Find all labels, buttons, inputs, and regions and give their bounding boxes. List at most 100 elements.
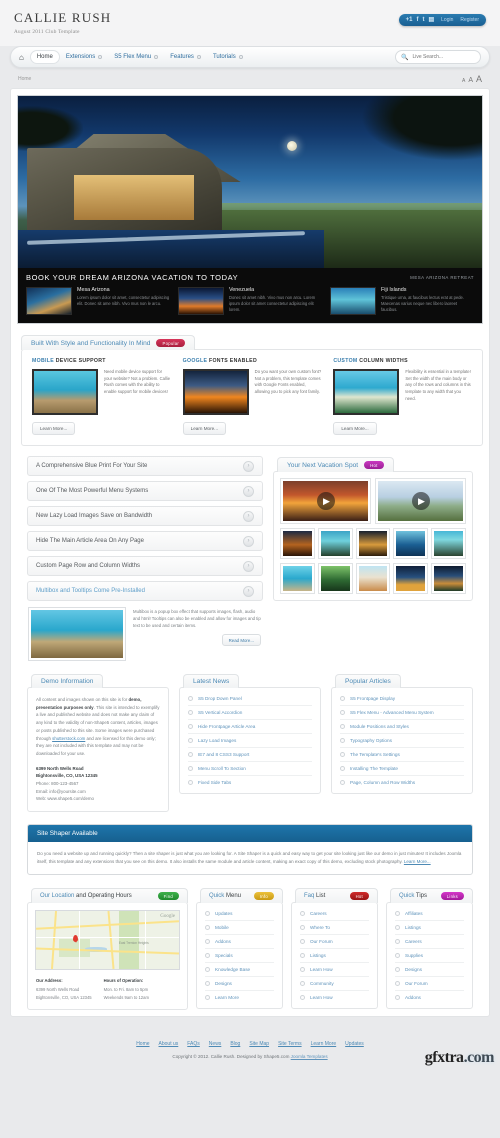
footer-link-updates[interactable]: Updates — [345, 1041, 364, 1047]
chevron-right-icon[interactable]: › — [243, 535, 254, 547]
list-item[interactable]: Careers — [395, 935, 465, 950]
list-item[interactable]: Listings — [299, 949, 369, 964]
nav-item-home[interactable]: Home — [29, 50, 60, 64]
nav-item-extensions[interactable]: Extensions — [60, 51, 108, 63]
read-more-button[interactable]: Read More... — [221, 634, 261, 647]
site-shaper-learn-more-link[interactable]: Learn More... — [404, 859, 431, 864]
twitter-icon[interactable]: t — [422, 17, 424, 23]
footer-link-about-us[interactable]: About us — [159, 1041, 179, 1047]
accordion-item-active[interactable]: Multibox and Tooltips Come Pre-Installed… — [27, 581, 263, 601]
font-size-large-button[interactable]: A — [476, 74, 482, 84]
google-plus-icon[interactable]: +1 — [406, 17, 413, 23]
gallery-thumb[interactable] — [432, 564, 465, 593]
gallery-thumb[interactable] — [356, 529, 390, 558]
font-size-medium-button[interactable]: A — [468, 77, 473, 84]
learn-more-button[interactable]: Learn More... — [333, 422, 377, 435]
register-link[interactable]: Register — [460, 17, 479, 23]
rss-icon[interactable]: ▤ — [428, 17, 434, 23]
play-icon[interactable]: ▶ — [316, 492, 335, 510]
hero-slider[interactable]: BOOK YOUR DREAM ARIZONA VACATION TO TODA… — [17, 95, 483, 324]
chevron-right-icon[interactable]: › — [243, 560, 254, 572]
gallery-thumb[interactable] — [318, 564, 352, 593]
list-item[interactable]: Our Forum — [299, 935, 369, 950]
gallery-thumb[interactable] — [394, 564, 428, 593]
nav-item-features[interactable]: Features — [164, 51, 207, 63]
font-size-small-button[interactable]: A — [462, 78, 465, 84]
footer-link-blog[interactable]: Blog — [230, 1041, 240, 1047]
list-item[interactable]: Listings — [395, 921, 465, 936]
list-item[interactable]: Module Positions and Styles — [340, 720, 464, 734]
search-input[interactable] — [412, 54, 475, 60]
list-item[interactable]: S5 Drop Down Panel — [188, 692, 312, 706]
facebook-icon[interactable]: f — [416, 17, 418, 23]
list-item[interactable]: S5 Frontpage Display — [340, 692, 464, 706]
list-item[interactable]: The Template's Settings — [340, 748, 464, 762]
gallery-video-item[interactable]: ▶ — [376, 479, 465, 523]
map-view[interactable]: Google East Trenton Heights — [35, 910, 180, 971]
login-link[interactable]: Login — [441, 17, 453, 23]
list-item[interactable]: Typography Options — [340, 734, 464, 748]
gallery-thumb[interactable] — [281, 564, 314, 593]
joomla-templates-link[interactable]: Joomla Templates — [291, 1054, 328, 1059]
list-item[interactable]: Designs — [395, 963, 465, 978]
list-item[interactable]: Where To — [299, 921, 369, 936]
list-item[interactable]: Careers — [299, 907, 369, 922]
list-item[interactable]: Page, Column and Row Widths — [340, 776, 464, 789]
live-search-box[interactable]: 🔍 — [395, 50, 481, 64]
gallery-thumb[interactable] — [281, 529, 314, 558]
accordion-item[interactable]: Hide The Main Article Area On Any Page › — [27, 531, 263, 551]
accordion-item[interactable]: One Of The Most Powerful Menu Systems › — [27, 481, 263, 501]
breadcrumb[interactable]: Home — [18, 76, 31, 82]
list-item[interactable]: S5 Flex Menu - Advanced Menu System — [340, 706, 464, 720]
list-item[interactable]: Designs — [204, 977, 274, 992]
footer-link-site-terms[interactable]: Site Terms — [278, 1041, 302, 1047]
accordion-item[interactable]: Custom Page Row and Column Widths › — [27, 556, 263, 576]
chevron-down-icon[interactable]: › — [243, 585, 254, 597]
list-item[interactable]: Learn How — [299, 963, 369, 978]
list-item[interactable]: Learn More — [204, 991, 274, 1004]
footer-link-learn-more[interactable]: Learn More — [311, 1041, 337, 1047]
list-item[interactable]: Knowledge Base — [204, 963, 274, 978]
list-item[interactable]: IE7 and 8 CSS3 Support — [188, 748, 312, 762]
list-item[interactable]: Hide Frontpage Article Area — [188, 720, 312, 734]
hero-thumb-item[interactable]: Mesa Arizona Lorem ipsum dolor sit amet,… — [26, 287, 170, 315]
list-item[interactable]: Updates — [204, 907, 274, 922]
shutterstock-link[interactable]: shutterstock.com — [52, 736, 85, 741]
chevron-right-icon[interactable]: › — [243, 510, 254, 522]
list-item[interactable]: Fixed Side Tabs — [188, 776, 312, 789]
nav-item-tutorials[interactable]: Tutorials — [207, 51, 249, 63]
gallery-thumb[interactable] — [356, 564, 390, 593]
gallery-thumb[interactable] — [318, 529, 352, 558]
home-icon[interactable]: ⌂ — [19, 53, 24, 62]
list-item[interactable]: Mobile — [204, 921, 274, 936]
footer-link-news[interactable]: News — [209, 1041, 222, 1047]
chevron-right-icon[interactable]: › — [243, 460, 254, 472]
list-item[interactable]: Supplies — [395, 949, 465, 964]
footer-link-site-map[interactable]: Site Map — [249, 1041, 269, 1047]
list-item[interactable]: Lazy Load Images — [188, 734, 312, 748]
list-item[interactable]: Installing The Template — [340, 762, 464, 776]
accordion-item[interactable]: A Comprehensive Blue Print For Your Site… — [27, 456, 263, 476]
gallery-video-item[interactable]: ▶ — [281, 479, 370, 523]
chevron-right-icon[interactable]: › — [243, 485, 254, 497]
play-icon[interactable]: ▶ — [411, 492, 430, 510]
list-item[interactable]: S5 Vertical Accordion — [188, 706, 312, 720]
list-item[interactable]: Menu Scroll To Section — [188, 762, 312, 776]
hero-thumb-item[interactable]: Venezuela Donec sit amet nibh. Vivo mus … — [178, 287, 322, 315]
hero-thumb-item[interactable]: Fiji Islands Tristique urna, at faucibus… — [330, 287, 474, 315]
list-item[interactable]: Addons — [395, 991, 464, 1004]
list-item[interactable]: Our Forum — [395, 977, 465, 992]
list-item[interactable]: Community — [299, 977, 369, 992]
footer-link-faqs[interactable]: FAQs — [187, 1041, 200, 1047]
list-item[interactable]: Learn How — [299, 991, 369, 1004]
learn-more-button[interactable]: Learn More... — [32, 422, 76, 435]
list-item[interactable]: Addons — [204, 935, 274, 950]
list-item[interactable]: Specials — [204, 949, 274, 964]
gallery-thumb[interactable] — [394, 529, 428, 558]
learn-more-button[interactable]: Learn More... — [182, 422, 226, 435]
gallery-thumb[interactable] — [432, 529, 465, 558]
nav-item-s5-flex-menu[interactable]: S5 Flex Menu — [108, 51, 164, 63]
footer-link-home[interactable]: Home — [136, 1041, 149, 1047]
accordion-item[interactable]: New Lazy Load Images Save on Bandwidth › — [27, 506, 263, 526]
list-item[interactable]: Affiliates — [395, 907, 465, 922]
